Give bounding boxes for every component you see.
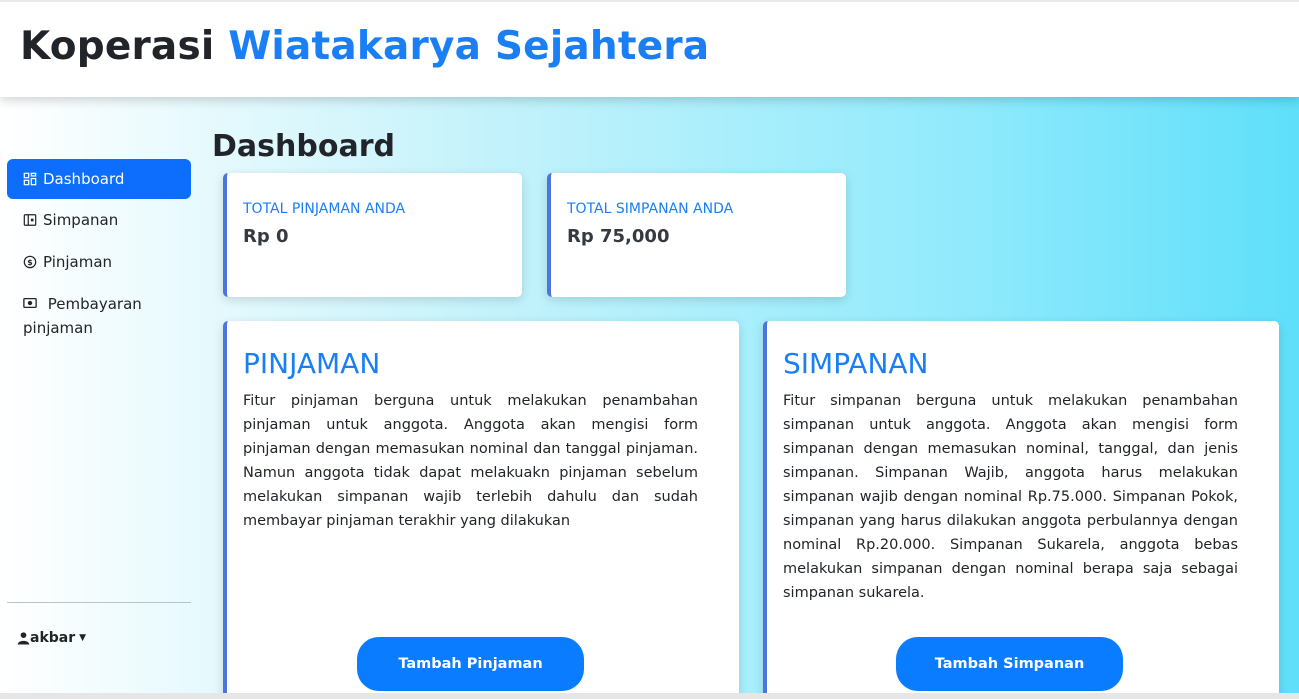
brand-part2: Wiatakarya Sejahtera — [228, 24, 710, 69]
card-simpanan: SIMPANAN Fitur simpanan berguna untuk me… — [763, 321, 1279, 699]
user-dropdown[interactable]: akbar ▼ — [17, 630, 86, 646]
stat-value: Rp 75,000 — [567, 226, 670, 247]
card-title: SIMPANAN — [783, 347, 929, 380]
cash-icon — [23, 297, 37, 309]
sidebar-item-label: Dashboard — [43, 170, 125, 188]
wallet-icon — [23, 214, 37, 226]
grid-icon — [23, 172, 37, 186]
sidebar: Dashboard Simpanan $ Pinjaman Pembayaran… — [7, 159, 191, 349]
tambah-simpanan-button[interactable]: Tambah Simpanan — [896, 637, 1123, 691]
top-navbar: Koperasi Wiatakarya Sejahtera — [0, 0, 1299, 97]
caret-down-icon: ▼ — [79, 633, 87, 643]
stat-card-pinjaman: TOTAL PINJAMAN ANDA Rp 0 — [223, 173, 522, 297]
sidebar-item-dashboard[interactable]: Dashboard — [7, 159, 191, 199]
coin-icon: $ — [23, 255, 37, 269]
sidebar-item-label: Pembayaran pinjaman — [23, 295, 142, 337]
page-title: Dashboard — [212, 129, 395, 164]
stat-label: TOTAL SIMPANAN ANDA — [567, 201, 734, 217]
sidebar-divider — [7, 602, 191, 603]
brand-part1: Koperasi — [20, 24, 215, 69]
stat-value: Rp 0 — [243, 226, 289, 247]
tambah-pinjaman-button[interactable]: Tambah Pinjaman — [357, 637, 584, 691]
card-description: Fitur simpanan berguna untuk melakukan p… — [783, 393, 1238, 601]
sidebar-item-pembayaran-pinjaman[interactable]: Pembayaran pinjaman — [7, 283, 191, 349]
stat-card-simpanan: TOTAL SIMPANAN ANDA Rp 75,000 — [547, 173, 846, 297]
sidebar-item-pinjaman[interactable]: $ Pinjaman — [7, 241, 191, 283]
card-description: Fitur pinjaman berguna untuk melakukan p… — [243, 393, 698, 529]
sidebar-item-label: Pinjaman — [43, 253, 113, 271]
stat-label: TOTAL PINJAMAN ANDA — [243, 201, 406, 217]
card-pinjaman: PINJAMAN Fitur pinjaman berguna untuk me… — [223, 321, 739, 699]
sidebar-item-label: Simpanan — [43, 211, 119, 229]
svg-text:$: $ — [27, 258, 32, 267]
user-name: akbar — [30, 630, 76, 646]
window-bottom-edge — [0, 693, 1299, 699]
user-icon — [17, 632, 30, 645]
sidebar-item-simpanan[interactable]: Simpanan — [7, 199, 191, 241]
brand-title[interactable]: Koperasi Wiatakarya Sejahtera — [20, 24, 709, 69]
card-title: PINJAMAN — [243, 347, 381, 380]
